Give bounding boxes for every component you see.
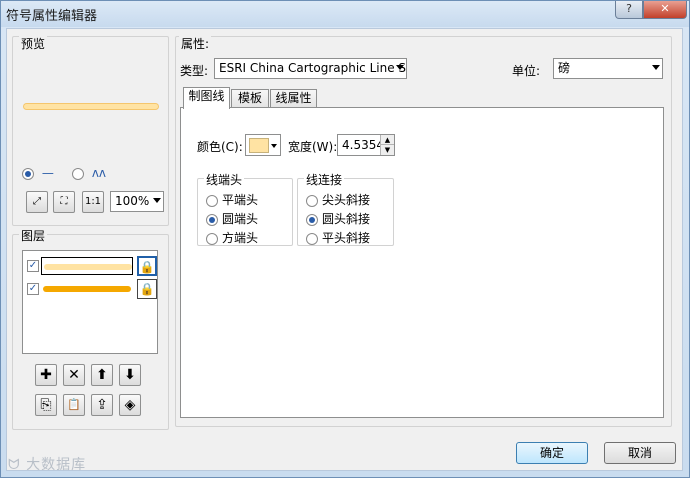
cap-square-option[interactable]: 方端头 [206,229,258,246]
width-spinbox[interactable]: 4.5354 ▲ ▼ [337,134,395,156]
plus-icon: ✚ [40,367,52,383]
layer-visible-checkbox[interactable]: ✓ [27,283,39,295]
close-button[interactable]: ✕ [643,1,687,19]
cap-butt-label: 平端头 [222,193,259,207]
line-join-title: 线连接 [304,171,345,188]
tab-cartographic-line[interactable]: 制图线 [183,87,230,109]
tab-template[interactable]: 模板 [231,89,269,108]
zoom-select[interactable]: 100% [110,191,164,212]
layer-lock-button[interactable]: 🔒 [137,279,157,299]
lock-icon: 🔒 [139,260,155,274]
width-label: 宽度(W): [288,140,338,154]
color-swatch [249,138,269,153]
join-bevel-label: 平头斜接 [322,231,371,245]
actual-size-icon: 1:1 [84,196,102,207]
spin-down-icon[interactable]: ▼ [380,145,394,155]
preview-mode-line-radio[interactable]: — [22,166,54,180]
full-extent-button[interactable]: ⛶ [53,191,75,213]
layer-row[interactable]: ✓ 🔒 [25,255,157,277]
radio-indicator [206,194,218,207]
line-cap-title: 线端头 [204,171,245,188]
preview-mode-wave-radio[interactable]: ʌʌ [72,166,106,180]
layer-symbol-cell[interactable] [41,280,133,298]
radio-indicator [306,213,318,226]
preview-line-symbol [23,103,159,110]
copy-layer-button[interactable]: ⎘ [35,394,57,416]
width-value[interactable]: 4.5354 [342,138,384,152]
copy-icon: ⎘ [40,397,52,413]
zoom-value: 100% [115,194,150,208]
paste-layer-button[interactable]: 📋 [63,394,85,416]
layer-list[interactable]: ✓ 🔒 ✓ 🔒 [22,250,158,354]
chevron-down-icon [271,144,277,148]
join-round-option[interactable]: 圆头斜接 [306,210,370,227]
title-bar: 符号属性编辑器 ? ✕ [1,1,689,27]
add-layer-button[interactable]: ✚ [35,364,57,386]
line-join-group: 线连接 尖头斜接 圆头斜接 平头斜接 [297,171,394,246]
layer-line-swatch [43,286,131,292]
lock-icon: 🔒 [139,282,155,296]
wave-mode-icon: ʌʌ [91,166,107,180]
help-button[interactable]: ? [615,1,643,19]
radio-indicator [206,213,218,226]
delete-layer-button[interactable]: ✕ [63,364,85,386]
color-label: 颜色(C): [197,140,243,154]
join-miter-option[interactable]: 尖头斜接 [306,191,370,208]
tab-line-properties[interactable]: 线属性 [270,89,317,108]
join-miter-label: 尖头斜接 [322,193,371,207]
watermark-text: 大数据库 [26,457,87,473]
join-round-label: 圆头斜接 [322,212,371,226]
unit-label: 单位: [512,64,541,78]
watermark: ᗢ 大数据库 [8,454,86,474]
cap-butt-option[interactable]: 平端头 [206,191,258,208]
layer-line-swatch [44,264,132,270]
zoom-fit-icon: ⤢ [33,196,41,207]
ok-button[interactable]: 确定 [516,442,588,464]
line-cap-group: 线端头 平端头 圆端头 方端头 [197,171,293,246]
arrow-up-icon: ⬆ [96,367,108,383]
cancel-button[interactable]: 取消 [604,442,676,464]
full-extent-icon: ⛶ [60,196,68,207]
unit-select[interactable]: 磅 [553,58,663,79]
delete-icon: ✕ [68,367,80,383]
layer-lock-button[interactable]: 🔒 [137,256,157,276]
layer-row[interactable]: ✓ 🔒 [25,278,157,300]
tag-icon: ◈ [124,397,136,413]
cap-square-label: 方端头 [222,231,259,245]
window-title: 符号属性编辑器 [6,9,98,24]
arrow-down-icon: ⬇ [124,367,136,383]
radio-indicator [206,232,218,245]
symbol-type-select[interactable]: ESRI China Cartographic Line Symbol [214,58,407,79]
symbol-type-value: ESRI China Cartographic Line Symbol [219,61,407,75]
chevron-down-icon [396,65,404,70]
properties-group-title: 属性: [179,35,212,52]
line-mode-icon: — [41,166,54,180]
radio-indicator [72,167,84,180]
move-layer-up-button[interactable]: ⬆ [91,364,113,386]
type-label: 类型: [180,64,209,78]
watermark-logo-icon: ᗢ [8,457,21,473]
layer-symbol-cell[interactable] [41,257,133,275]
tag-layer-button[interactable]: ◈ [119,394,141,416]
join-bevel-option[interactable]: 平头斜接 [306,229,370,246]
preview-group-title: 预览 [19,35,48,52]
move-layer-down-button[interactable]: ⬇ [119,364,141,386]
spin-up-icon[interactable]: ▲ [380,135,394,145]
chevron-down-icon [652,65,660,70]
chevron-down-icon [153,198,161,203]
layers-group-title: 图层 [19,227,48,244]
cap-round-option[interactable]: 圆端头 [206,210,258,227]
radio-indicator [22,167,34,180]
move-icon: ⇪ [96,397,108,413]
radio-indicator [306,194,318,207]
radio-indicator [306,232,318,245]
layer-visible-checkbox[interactable]: ✓ [27,260,39,272]
actual-size-button[interactable]: 1:1 [82,191,104,213]
move-layer-button[interactable]: ⇪ [91,394,113,416]
color-picker-button[interactable] [245,134,281,156]
unit-value: 磅 [558,61,571,75]
paste-icon: 📋 [67,398,81,411]
cap-round-label: 圆端头 [222,212,259,226]
fit-extent-button[interactable]: ⤢ [26,191,48,213]
